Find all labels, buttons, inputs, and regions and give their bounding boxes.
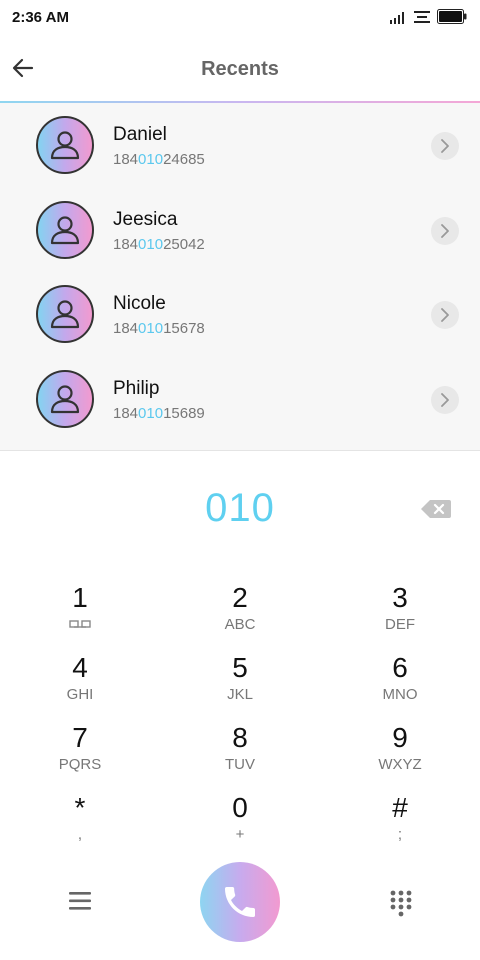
chevron-right-icon (441, 139, 449, 153)
avatar (36, 285, 94, 343)
key-digit: 8 (232, 722, 248, 753)
avatar (36, 370, 94, 428)
chevron-right-icon (441, 308, 449, 322)
status-bar: 2:36 AM (0, 0, 480, 34)
contact-row-daniel[interactable]: Daniel 18401024685 (0, 103, 480, 187)
battery-icon (437, 9, 467, 24)
status-time: 2:36 AM (12, 9, 69, 26)
dial-key-5[interactable]: 5 JKL (160, 652, 320, 718)
key-letters: TUV (225, 756, 255, 773)
page-title: Recents (201, 58, 279, 80)
keypad-toggle-button[interactable] (386, 888, 416, 918)
dial-key-8[interactable]: 8 TUV (160, 722, 320, 788)
avatar (36, 201, 94, 259)
contact-row-philip[interactable]: Philip 18401015689 (0, 357, 480, 441)
dial-key-7[interactable]: 7 PQRS (0, 722, 160, 788)
chevron-right-icon (441, 224, 449, 238)
call-button[interactable] (200, 862, 280, 942)
key-digit: * (74, 792, 86, 823)
key-letters: MNO (382, 686, 418, 703)
contact-details-button[interactable] (431, 217, 459, 245)
dial-key-6[interactable]: 6 MNO (320, 652, 480, 718)
person-icon (50, 131, 80, 160)
contact-details-button[interactable] (431, 301, 459, 329)
key-letters: GHI (66, 686, 94, 703)
key-letters: ABC (224, 616, 256, 633)
contact-number: 18401024685 (113, 151, 205, 168)
person-icon (50, 300, 80, 329)
key-digit: 7 (72, 722, 88, 753)
dial-key-1[interactable]: 1 (0, 582, 160, 648)
dial-key-3[interactable]: 3 DEF (320, 582, 480, 648)
contact-name: Daniel (113, 124, 167, 145)
dial-key-star[interactable]: * , (0, 792, 160, 858)
contact-details-button[interactable] (431, 132, 459, 160)
key-digit: 6 (392, 652, 408, 683)
contact-number: 18401015678 (113, 320, 205, 337)
key-letters: PQRS (58, 756, 102, 773)
app-bar: Recents (0, 34, 480, 102)
phone-icon (225, 887, 255, 917)
contact-details-button[interactable] (431, 386, 459, 414)
key-digit: # (392, 792, 408, 823)
backspace-button[interactable] (420, 498, 452, 520)
person-icon (50, 216, 80, 245)
list-divider (0, 450, 480, 451)
dial-key-0[interactable]: 0 + (160, 792, 320, 858)
voicemail-icon (69, 620, 91, 628)
contact-row-nicole[interactable]: Nicole 18401015678 (0, 272, 480, 356)
avatar (36, 116, 94, 174)
key-digit: 2 (232, 582, 248, 613)
contact-row-jeesica[interactable]: Jeesica 18401025042 (0, 188, 480, 272)
signal-icon (390, 12, 404, 24)
recents-list: Daniel 18401024685 Jeesica 18401025042 N… (0, 103, 480, 450)
key-letters: ; (397, 826, 403, 843)
key-digit: 9 (392, 722, 408, 753)
menu-status-icon (414, 11, 430, 23)
key-digit: 3 (392, 582, 408, 613)
dial-key-2[interactable]: 2 ABC (160, 582, 320, 648)
menu-button[interactable] (66, 888, 94, 914)
dial-key-4[interactable]: 4 GHI (0, 652, 160, 718)
key-digit: 0 (232, 792, 248, 823)
key-letters: WXYZ (378, 756, 422, 773)
dial-key-9[interactable]: 9 WXYZ (320, 722, 480, 788)
dialed-number: 010 (205, 486, 275, 530)
person-icon (50, 385, 80, 414)
key-digit: 4 (72, 652, 88, 683)
contact-name: Jeesica (113, 209, 178, 230)
dial-key-hash[interactable]: # ; (320, 792, 480, 858)
key-letters: DEF (385, 616, 415, 633)
key-digit: 5 (232, 652, 248, 683)
contact-name: Nicole (113, 293, 166, 314)
key-letters: JKL (227, 686, 253, 703)
contact-number: 18401015689 (113, 405, 205, 422)
key-letters: , (77, 826, 83, 843)
backspace-icon (421, 500, 451, 518)
chevron-right-icon (441, 393, 449, 407)
key-letters: + (235, 826, 245, 843)
dialpad-icon (390, 890, 412, 917)
contact-name: Philip (113, 378, 160, 399)
contact-number: 18401025042 (113, 236, 205, 253)
hamburger-menu-icon (69, 892, 91, 910)
key-digit: 1 (72, 582, 88, 613)
